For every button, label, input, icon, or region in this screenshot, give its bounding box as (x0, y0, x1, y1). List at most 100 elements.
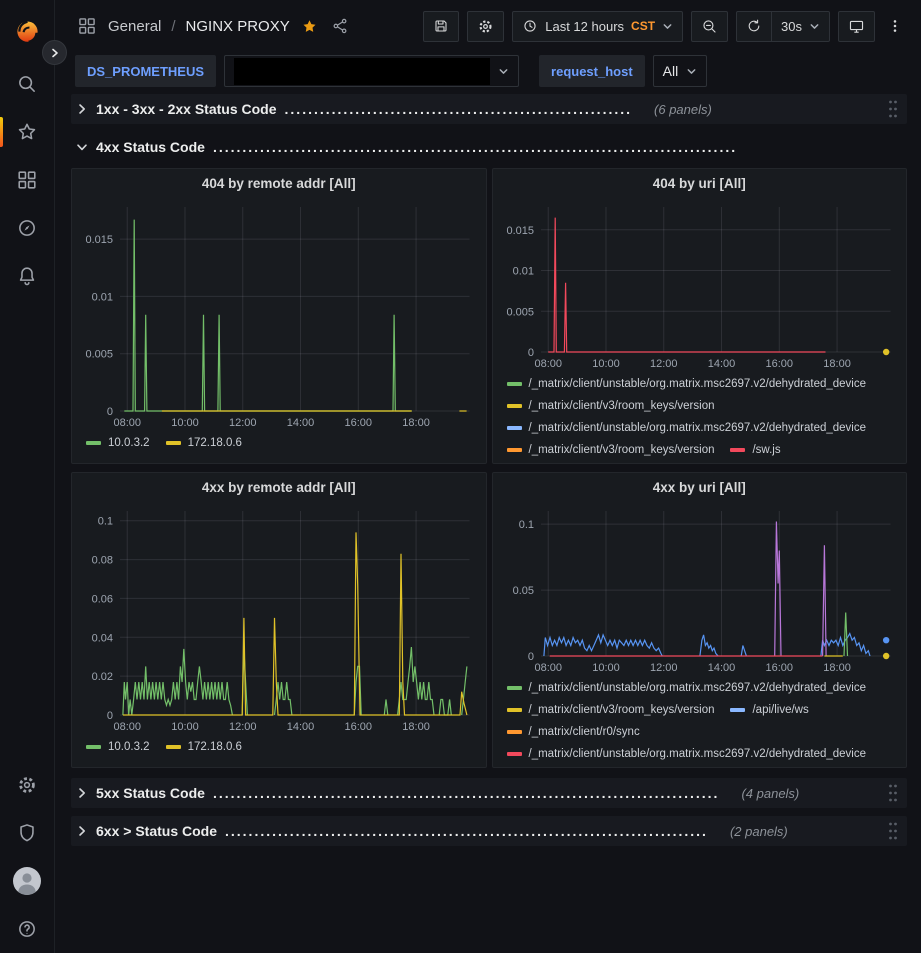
legend-series-color (507, 730, 522, 734)
legend-item[interactable]: /_matrix/client/v3/room_keys/version (507, 440, 715, 460)
drag-dots-icon (887, 99, 899, 119)
svg-text:18:00: 18:00 (402, 721, 430, 733)
time-range-label: Last 12 hours (545, 19, 624, 34)
grafana-logo-icon (14, 17, 41, 44)
svg-text:0.02: 0.02 (92, 671, 113, 683)
legend-item[interactable]: /sw.js (730, 440, 780, 460)
dashboard-settings-button[interactable] (467, 11, 504, 42)
row-drag-handle[interactable] (887, 783, 899, 803)
row-6xx[interactable]: 6xx > Status Code ......................… (71, 816, 907, 846)
row-1xx-3xx-2xx[interactable]: 1xx - 3xx - 2xx Status Code ............… (71, 94, 907, 124)
drag-dots-icon (887, 821, 899, 841)
request-host-value: All (663, 63, 679, 79)
dashboard-toolbar: General / NGINX PROXY (55, 0, 921, 52)
legend-series-label: /_matrix/client/v3/room_keys/version (529, 700, 715, 720)
refresh-interval-label: 30s (781, 19, 802, 34)
variable-value-ds-prometheus[interactable] (224, 55, 519, 87)
row-5xx[interactable]: 5xx Status Code ........................… (71, 778, 907, 808)
svg-text:0.005: 0.005 (85, 349, 113, 361)
legend-item[interactable]: 10.0.3.2 (86, 737, 150, 757)
timeseries-chart[interactable]: 08:0010:0012:0014:0016:0018:0000.0050.01… (497, 197, 903, 372)
timeseries-chart[interactable]: 08:0010:0012:0014:0016:0018:0000.0050.01… (76, 197, 482, 431)
legend-item[interactable]: /api/live/ws (730, 700, 808, 720)
panel-legend: /_matrix/client/unstable/org.matrix.msc2… (497, 676, 903, 764)
row-title-dots: ........................................… (213, 139, 737, 155)
toolbar-actions: Last 12 hours CST (423, 11, 907, 42)
sidebar-item-profile[interactable] (0, 857, 54, 905)
sidebar-item-configuration[interactable] (0, 761, 54, 809)
tv-mode-button[interactable] (838, 11, 875, 42)
drag-dots-icon (887, 783, 899, 803)
svg-text:0.005: 0.005 (506, 306, 534, 318)
active-indicator (0, 117, 3, 147)
variable-label-ds-prometheus[interactable]: DS_PROMETHEUS (75, 55, 216, 87)
breadcrumb-separator: / (171, 18, 175, 35)
svg-text:08:00: 08:00 (113, 417, 141, 429)
clock-icon (522, 18, 538, 34)
panel-title[interactable]: 4xx by remote addr [All] (76, 473, 482, 501)
zoom-out-button[interactable] (691, 11, 728, 42)
panel-title[interactable]: 404 by uri [All] (497, 169, 903, 197)
share-button[interactable] (329, 15, 351, 37)
row-drag-handle[interactable] (887, 99, 899, 119)
panel-404-by-uri: 404 by uri [All] 08:0010:0012:0014:0016:… (492, 168, 908, 464)
panel-4xx-by-remote-addr: 4xx by remote addr [All] 08:0010:0012:00… (71, 472, 487, 768)
legend-item[interactable]: 172.18.0.6 (166, 433, 242, 453)
legend-item[interactable]: /_matrix/client/unstable/org.matrix.msc2… (507, 744, 867, 764)
refresh-group: 30s (736, 11, 830, 42)
legend-series-color (507, 708, 522, 712)
legend-series-color (166, 745, 181, 749)
timezone-label: CST (631, 19, 655, 33)
time-range-picker[interactable]: Last 12 hours CST (512, 11, 683, 42)
svg-text:16:00: 16:00 (765, 358, 793, 370)
legend-item[interactable]: 172.18.0.6 (166, 737, 242, 757)
refresh-button[interactable] (737, 12, 771, 41)
svg-text:0.1: 0.1 (98, 516, 113, 528)
row-drag-handle[interactable] (887, 821, 899, 841)
svg-text:10:00: 10:00 (171, 417, 199, 429)
sidebar-item-help[interactable] (0, 905, 54, 953)
svg-text:0.06: 0.06 (92, 593, 113, 605)
chevron-right-icon (76, 103, 88, 115)
sidebar-item-server-admin[interactable] (0, 809, 54, 857)
sidebar-item-alerting[interactable] (0, 252, 54, 300)
variable-label-request-host[interactable]: request_host (539, 55, 645, 87)
refresh-interval-picker[interactable]: 30s (772, 12, 829, 41)
sidebar-expand-button[interactable] (42, 40, 67, 65)
breadcrumb-folder[interactable]: General (108, 18, 161, 35)
save-dashboard-button[interactable] (423, 11, 459, 42)
legend-series-label: 172.18.0.6 (188, 737, 242, 757)
legend-series-color (507, 382, 522, 386)
svg-text:0.015: 0.015 (506, 225, 534, 237)
sidebar-item-dashboards[interactable] (0, 156, 54, 204)
legend-item[interactable]: /_matrix/client/v3/room_keys/version (507, 396, 715, 416)
legend-series-color (507, 752, 522, 756)
legend-item[interactable]: /_matrix/client/r0/sync (507, 722, 640, 742)
grafana-app: General / NGINX PROXY (0, 0, 921, 953)
favorite-star-button[interactable] (299, 16, 320, 37)
legend-item[interactable]: /_matrix/client/v3/room_keys/version (507, 700, 715, 720)
sidebar (0, 0, 55, 953)
variable-value-request-host[interactable]: All (653, 55, 708, 87)
panel-title[interactable]: 4xx by uri [All] (497, 473, 903, 501)
sidebar-item-search[interactable] (0, 60, 54, 108)
legend-item[interactable]: /_matrix/client/unstable/org.matrix.msc2… (507, 418, 867, 438)
timeseries-chart[interactable]: 08:0010:0012:0014:0016:0018:0000.020.040… (76, 501, 482, 735)
panel-title[interactable]: 404 by remote addr [All] (76, 169, 482, 197)
timeseries-chart[interactable]: 08:0010:0012:0014:0016:0018:0000.050.1 (497, 501, 903, 676)
dashboard-title[interactable]: NGINX PROXY (186, 18, 290, 35)
legend-series-label: /_matrix/client/unstable/org.matrix.msc2… (529, 418, 867, 438)
more-options-button[interactable] (883, 16, 907, 36)
legend-series-color (86, 441, 101, 445)
legend-series-color (730, 708, 745, 712)
sidebar-item-starred[interactable] (0, 108, 54, 156)
svg-text:18:00: 18:00 (823, 662, 851, 674)
legend-item[interactable]: 10.0.3.2 (86, 433, 150, 453)
sidebar-item-explore[interactable] (0, 204, 54, 252)
legend-item[interactable]: /_matrix/client/unstable/org.matrix.msc2… (507, 374, 867, 394)
svg-text:12:00: 12:00 (649, 662, 677, 674)
legend-series-label: 10.0.3.2 (108, 433, 150, 453)
svg-text:12:00: 12:00 (229, 721, 257, 733)
legend-item[interactable]: /_matrix/client/unstable/org.matrix.msc2… (507, 678, 867, 698)
row-4xx[interactable]: 4xx Status Code ........................… (71, 132, 907, 162)
